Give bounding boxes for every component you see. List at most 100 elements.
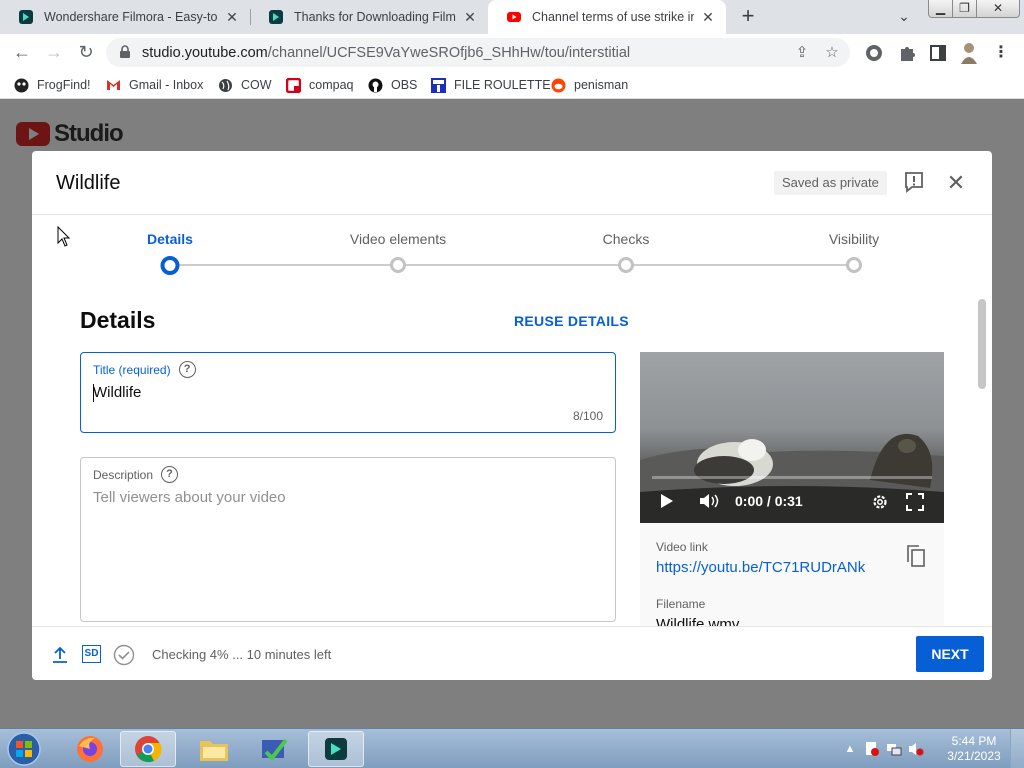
taskbar-chrome[interactable] (120, 731, 176, 767)
scrollbar-thumb[interactable] (978, 299, 986, 389)
bookmark-label: FILE ROULETTE (454, 78, 551, 92)
video-time: 0:00 / 0:31 (735, 493, 803, 509)
bookmark-cow[interactable]: COW (218, 75, 272, 95)
next-button[interactable]: NEXT (916, 636, 984, 672)
step-visibility-dot[interactable] (846, 257, 862, 273)
url-host: studio.youtube.com (142, 45, 268, 61)
youtube-logo-icon (16, 122, 50, 146)
video-player[interactable]: 0:00 / 0:31 (640, 352, 944, 523)
taskbar-app-installer[interactable] (246, 731, 302, 767)
menu-dots-icon[interactable]: ⋮ (993, 42, 1009, 62)
back-arrow-icon[interactable]: ← (11, 42, 33, 64)
installer-icon (262, 738, 288, 762)
video-controls: 0:00 / 0:31 (640, 484, 944, 518)
volume-icon[interactable] (699, 493, 721, 509)
bookmark-label: compaq (309, 78, 354, 92)
tab-title: Thanks for Downloading Filmora (294, 10, 456, 24)
clock-time: 5:44 PM (951, 734, 997, 748)
network-icon[interactable] (886, 741, 902, 757)
description-field[interactable]: Description ? Tell viewers about your vi… (80, 457, 616, 622)
help-icon[interactable]: ? (178, 361, 196, 378)
step-details-label[interactable]: Details (147, 231, 193, 247)
description-input[interactable]: Tell viewers about your video (93, 489, 286, 506)
star-icon[interactable]: ☆ (822, 43, 842, 63)
bookmark-label: FrogFind! (37, 78, 91, 92)
bookmark-compaq[interactable]: compaq (286, 75, 353, 95)
studio-logo[interactable]: Studio (16, 120, 124, 148)
chevron-down-icon[interactable]: ⌄ (893, 8, 915, 26)
reuse-details-button[interactable]: REUSE DETAILS (514, 313, 629, 329)
restore-button[interactable]: ❐ (952, 0, 977, 18)
action-center-icon[interactable] (864, 741, 880, 757)
step-details-dot[interactable] (160, 256, 180, 275)
taskbar-firefox[interactable] (62, 731, 118, 767)
minimize-button[interactable]: ▁ (928, 0, 953, 18)
tab-youtube-studio[interactable]: Channel terms of use strike interi ✕ (488, 0, 726, 34)
url-path: /channel/UCFSE9VaYweSROfjb6_SHhHw/tou/in… (267, 45, 631, 61)
extension-icon[interactable] (864, 43, 884, 63)
checks-status-icon[interactable] (113, 644, 135, 666)
bookmark-file-roulette[interactable]: FILE ROULETTE (431, 75, 551, 95)
volume-muted-icon[interactable] (908, 741, 924, 757)
new-tab-button[interactable]: + (736, 5, 760, 29)
system-tray: ▲ (842, 729, 924, 768)
side-panel-icon[interactable] (928, 43, 948, 63)
github-icon (368, 78, 383, 93)
taskbar-filmora[interactable] (308, 731, 364, 767)
saved-status-badge: Saved as private (774, 171, 887, 195)
tab-title: Wondershare Filmora - Easy-to-U (44, 10, 218, 24)
bookmark-penisman[interactable]: penisman (551, 75, 628, 95)
upload-status-text: Checking 4% ... 10 minutes left (152, 647, 332, 662)
step-video-elements-dot[interactable] (390, 257, 406, 273)
address-bar[interactable]: studio.youtube.com/channel/UCFSE9VaYweSR… (106, 38, 850, 67)
upload-icon[interactable] (50, 645, 70, 665)
forward-arrow-icon[interactable]: → (43, 42, 65, 64)
step-visibility-label[interactable]: Visibility (829, 231, 879, 247)
close-dialog-icon[interactable]: ✕ (945, 172, 967, 194)
step-video-elements-label[interactable]: Video elements (350, 231, 446, 247)
fullscreen-icon[interactable] (906, 493, 924, 511)
sd-quality-icon[interactable]: SD (82, 645, 101, 663)
puzzle-icon[interactable] (897, 43, 917, 63)
settings-gear-icon[interactable] (871, 493, 889, 511)
reload-icon[interactable]: ↻ (75, 42, 97, 64)
description-field-label: Description ? (93, 466, 179, 483)
video-link[interactable]: https://youtu.be/TC71RUDrANk (656, 559, 865, 576)
windows-start-icon[interactable] (4, 731, 44, 767)
copy-icon[interactable] (906, 545, 926, 567)
bookmark-label: penisman (574, 78, 629, 92)
title-input[interactable]: Wildlife (93, 384, 141, 401)
windows-taskbar: ▲ 5:44 PM 3/21/2023 (0, 728, 1024, 768)
mft-icon (431, 77, 446, 93)
video-progress-bar[interactable] (652, 476, 932, 479)
bookmark-gmail[interactable]: Gmail - Inbox (106, 75, 203, 95)
step-checks-dot[interactable] (618, 257, 634, 273)
share-icon[interactable]: ⇪ (792, 43, 812, 63)
play-icon[interactable] (660, 493, 674, 509)
tab-filmora-download[interactable]: Thanks for Downloading Filmora ✕ (250, 0, 488, 34)
bookmark-frogfind[interactable]: FrogFind! (14, 75, 91, 95)
taskbar-clock[interactable]: 5:44 PM 3/21/2023 (946, 734, 1002, 764)
close-icon[interactable]: ✕ (700, 9, 716, 26)
close-window-button[interactable]: ✕ (976, 0, 1020, 18)
tab-filmora-home[interactable]: Wondershare Filmora - Easy-to-U ✕ (0, 0, 250, 34)
title-char-count: 8/100 (572, 409, 603, 423)
mouse-cursor-icon (57, 226, 71, 247)
close-icon[interactable]: ✕ (224, 9, 240, 26)
title-field[interactable]: Title (required) ? Wildlife 8/100 (80, 352, 616, 433)
frog-icon (14, 78, 29, 93)
profile-avatar[interactable] (958, 41, 980, 65)
bookmark-obs[interactable]: OBS (368, 75, 417, 95)
chevron-up-icon[interactable]: ▲ (842, 741, 858, 757)
tab-title: Channel terms of use strike interi (532, 10, 694, 24)
close-icon[interactable]: ✕ (462, 9, 478, 26)
taskbar-explorer[interactable] (186, 731, 242, 767)
studio-logo-text: Studio (54, 120, 124, 147)
filename-label: Filename (656, 597, 706, 611)
show-desktop-button[interactable] (1010, 729, 1024, 768)
help-icon[interactable]: ? (161, 466, 179, 483)
step-checks-label[interactable]: Checks (603, 231, 650, 247)
video-preview-card: 0:00 / 0:31 Video link https://youtu.be/… (640, 352, 944, 652)
report-feedback-icon[interactable] (903, 171, 925, 193)
bookmark-label: COW (241, 78, 272, 92)
